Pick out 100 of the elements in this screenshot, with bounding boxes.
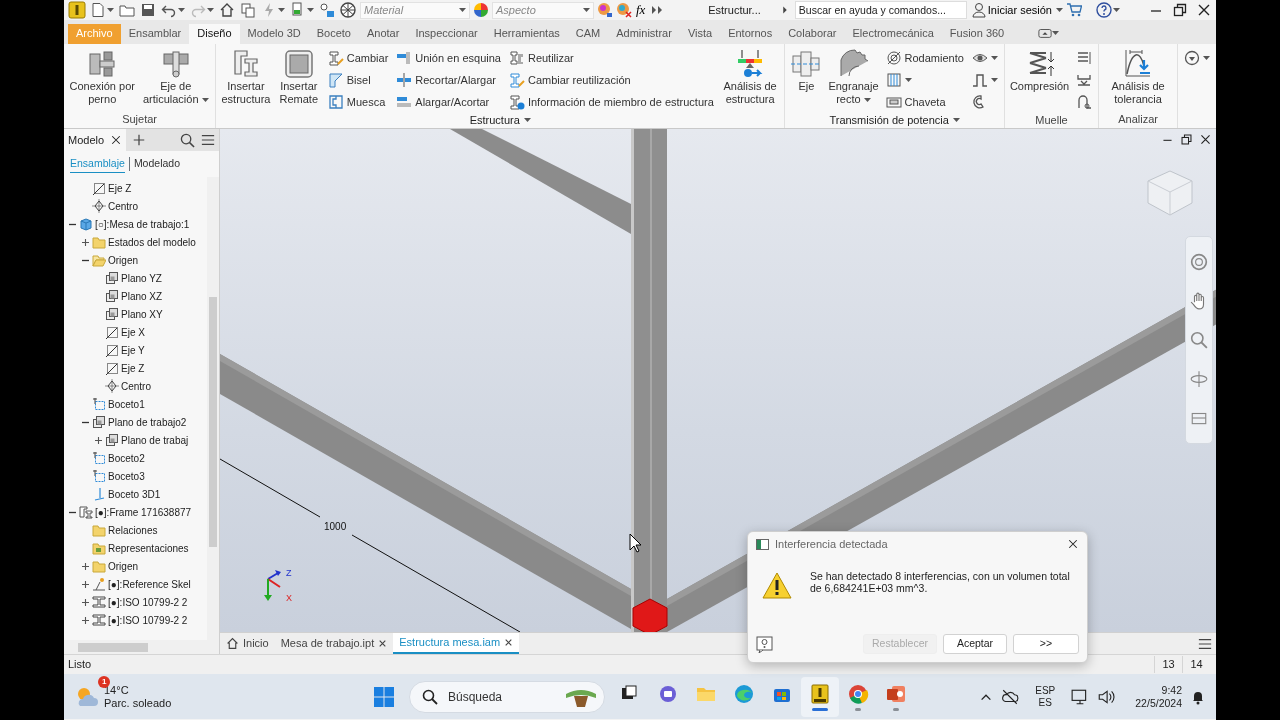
appearance-dropdown[interactable]: Aspecto	[492, 1, 594, 19]
close-icon[interactable]	[504, 638, 514, 647]
tree-item[interactable]: Eje X	[121, 324, 145, 340]
panel-title-button[interactable]: Transmisión de potencia	[789, 112, 1000, 129]
expand-icon[interactable]	[81, 237, 90, 247]
tree-item[interactable]: Boceto3	[108, 468, 145, 484]
tree-item[interactable]: [●]:ISO 10799-2 2	[108, 594, 188, 610]
dialog-button[interactable]: Aceptar	[943, 634, 1007, 654]
ribbon-tab[interactable]: Boceto	[308, 24, 359, 44]
browser-subtab[interactable]: Ensamblaje	[70, 154, 125, 174]
restore-icon[interactable]	[1172, 2, 1188, 18]
tree-item[interactable]: Origen	[108, 558, 138, 574]
tree-item[interactable]: Centro	[121, 378, 151, 394]
copy-button[interactable]	[239, 1, 257, 19]
restore-icon[interactable]	[1180, 133, 1193, 146]
tree-item[interactable]: Eje Z	[121, 360, 145, 376]
tree-item[interactable]: [●]:ISO 10799-2 2	[108, 612, 188, 628]
close-icon[interactable]	[1199, 133, 1212, 146]
document-tab[interactable]: Estructura mesa.iam	[393, 633, 520, 654]
select-button[interactable]	[289, 1, 315, 19]
ribbon-tool-button[interactable]: Análisis de tolerancia	[1103, 46, 1173, 110]
scrollbar[interactable]	[207, 177, 219, 640]
document-tab[interactable]: Mesa de trabajo.ipt	[274, 633, 394, 654]
ribbon-tool-button[interactable]: Compresión	[1008, 46, 1071, 112]
ribbon-tool-button[interactable]: Información de miembro de estructura	[506, 92, 716, 112]
add-tab-icon[interactable]	[132, 133, 147, 147]
ribbon-tool-button[interactable]: Insertar Remate	[275, 46, 322, 112]
close-icon[interactable]	[378, 639, 388, 648]
ribbon-tab[interactable]: Administrar	[608, 24, 680, 44]
expand-icon[interactable]	[81, 597, 90, 607]
zoom-icon[interactable]	[1190, 331, 1208, 349]
search-field[interactable]: Buscar en ayuda y comandos...	[794, 1, 967, 19]
ribbon-tool-button[interactable]: Recortar/Alargar	[394, 70, 503, 90]
app-logo-icon[interactable]	[68, 1, 86, 19]
link-button[interactable]	[318, 1, 336, 19]
tree-item[interactable]: [●]:Reference Skel	[108, 576, 191, 592]
ribbon-tool-button[interactable]: Cambiar reutilización	[506, 70, 716, 90]
color-clear-icon[interactable]	[616, 2, 632, 18]
close-icon[interactable]	[1067, 538, 1079, 550]
tree-item[interactable]: Relaciones	[108, 522, 158, 538]
color-wheel-icon[interactable]	[473, 2, 489, 18]
ribbon-tool-button[interactable]: Unión en esquina	[394, 48, 503, 68]
ribbon-tab[interactable]: Colaborar	[780, 24, 845, 44]
close-icon[interactable]	[1196, 2, 1212, 18]
ribbon-tool-button[interactable]: Chaveta	[883, 92, 966, 112]
help-icon[interactable]	[756, 635, 773, 653]
ribbon-tab[interactable]: Inspeccionar	[407, 24, 486, 44]
ribbon-tab[interactable]: Diseño	[189, 24, 240, 44]
ribbon-tool-button[interactable]: Muesca	[325, 92, 391, 112]
tree-item[interactable]: Boceto2	[108, 450, 145, 466]
ribbon-tab[interactable]: Modelo 3D	[239, 24, 309, 44]
ribbon-tool-button[interactable]: Eje	[789, 46, 824, 112]
horizontal-scrollbar[interactable]	[64, 640, 219, 654]
menu-icon[interactable]	[201, 133, 215, 147]
document-tab[interactable]: Inicio	[220, 633, 275, 654]
color-add-icon[interactable]	[597, 2, 613, 18]
search-icon[interactable]	[180, 132, 195, 148]
speaker-icon[interactable]	[1097, 687, 1116, 706]
ribbon-tab[interactable]: Ensamblar	[120, 24, 190, 44]
save-button[interactable]	[139, 1, 157, 19]
ribbon-tool-button[interactable]: Conexión por perno	[68, 46, 137, 110]
cart-icon[interactable]	[1066, 2, 1082, 18]
tree-item[interactable]: Plano XZ	[121, 288, 163, 304]
ribbon-tool-button[interactable]: Eje de articulación	[140, 46, 212, 110]
ribbon-tab[interactable]: Entornos	[720, 24, 781, 44]
tree-item[interactable]: [●]:Frame 171638877	[95, 504, 192, 520]
globe-button[interactable]	[339, 1, 357, 19]
close-icon[interactable]	[110, 134, 123, 146]
tree-item[interactable]: Eje Z	[108, 180, 132, 196]
ribbon-tab[interactable]: Fusion 360	[941, 24, 1013, 44]
panel-title-button[interactable]: Estructura	[220, 112, 781, 129]
home-button[interactable]	[218, 1, 236, 19]
tree-item[interactable]: Eje Y	[121, 342, 145, 358]
tree-item[interactable]: [○]:Mesa de trabajo:1	[95, 216, 190, 232]
tree-item[interactable]: Boceto 3D1	[108, 486, 161, 502]
search-field[interactable]: Búsqueda	[446, 686, 556, 707]
help-button[interactable]	[1095, 1, 1121, 19]
menu-icon[interactable]	[1198, 636, 1212, 651]
ribbon-tab[interactable]: CAM	[567, 24, 609, 44]
ribbon-tab[interactable]: Electromecánica	[844, 24, 942, 44]
tree-item[interactable]: Centro	[108, 198, 138, 214]
formula-button[interactable]: fx	[635, 1, 647, 19]
expand-icon[interactable]	[94, 435, 103, 445]
taskbar-search-bar[interactable]: Búsqueda	[409, 680, 605, 713]
ribbon-tool-button[interactable]: Bisel	[325, 70, 391, 90]
cloud-off-icon[interactable]	[1001, 687, 1020, 706]
ribbon-tool-button[interactable]: Rodamiento	[883, 48, 966, 68]
material-dropdown[interactable]: Material	[360, 1, 470, 19]
browser-subtab[interactable]: Modelado	[133, 155, 180, 173]
tree-item[interactable]: Plano XY	[121, 306, 163, 322]
ribbon-tab[interactable]: Vista	[679, 24, 721, 44]
dialog-button[interactable]: >>	[1013, 634, 1079, 654]
keyboard-language-button[interactable]: ESP ES	[1035, 684, 1056, 709]
ribbon-tool-button[interactable]: Insertar estructura	[220, 46, 272, 112]
ribbon-tab[interactable]: Anotar	[358, 24, 408, 44]
sign-in-button[interactable]: Iniciar sesión	[969, 1, 1053, 19]
expand-icon[interactable]	[81, 615, 90, 625]
orbit-icon[interactable]	[1190, 369, 1208, 388]
tree-item[interactable]: Origen	[108, 252, 138, 268]
steering-wheel-icon[interactable]	[1190, 253, 1208, 272]
